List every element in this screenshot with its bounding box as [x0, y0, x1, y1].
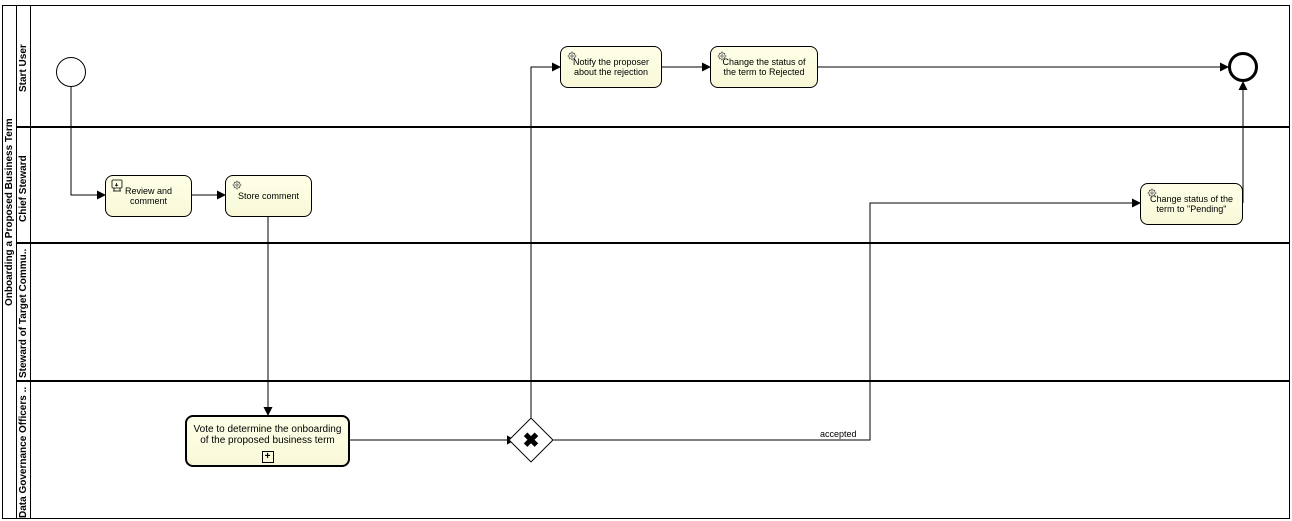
lane-title-steward-target: Steward of Target Commu.. [18, 249, 29, 378]
task-notify-proposer[interactable]: Notify the proposer about the rejection [560, 46, 662, 88]
task-change-rejected-label: Change the status of the term to Rejecte… [716, 57, 812, 78]
gear-icon [1146, 187, 1160, 201]
gear-icon [566, 50, 580, 64]
end-event[interactable] [1228, 52, 1258, 82]
lane-strip-steward-target: Steward of Target Commu.. [17, 242, 31, 380]
lane-strip-start-user: Start User [17, 6, 31, 126]
lane-title-dg-officers: Data Governance Officers .. [18, 387, 29, 518]
task-change-rejected[interactable]: Change the status of the term to Rejecte… [710, 46, 818, 88]
gear-icon [231, 179, 245, 193]
start-event[interactable] [56, 57, 86, 87]
lane-border-1 [17, 126, 1289, 128]
subprocess-vote-label: Vote to determine the onboarding of the … [192, 424, 343, 447]
task-store-label: Store comment [238, 191, 299, 201]
bpmn-canvas: Onboarding a Proposed Business Term Star… [0, 0, 1292, 521]
user-task-icon [111, 179, 125, 193]
flow-label-accepted: accepted [820, 429, 857, 439]
lane-border-2 [17, 242, 1289, 244]
pool-title: Onboarding a Proposed Business Term [4, 118, 15, 306]
lane-title-start-user: Start User [18, 44, 29, 92]
task-change-pending[interactable]: Change status of the term to "Pending" [1140, 183, 1243, 225]
lane-title-chief-steward: Chief Steward [18, 155, 29, 222]
lane-strip-dg-officers: Data Governance Officers .. [17, 380, 31, 519]
pool-title-strip: Onboarding a Proposed Business Term [3, 6, 17, 518]
task-review-comment[interactable]: Review and comment [105, 175, 192, 217]
task-review-label: Review and comment [125, 186, 172, 207]
task-store-comment[interactable]: Store comment [225, 175, 312, 217]
lane-border-3 [17, 380, 1289, 382]
subprocess-expand-marker[interactable]: + [262, 451, 274, 463]
subprocess-vote[interactable]: Vote to determine the onboarding of the … [185, 415, 350, 467]
gear-icon [716, 50, 730, 64]
exclusive-gateway[interactable]: ✖ [515, 424, 547, 456]
lane-strip-chief-steward: Chief Steward [17, 126, 31, 242]
